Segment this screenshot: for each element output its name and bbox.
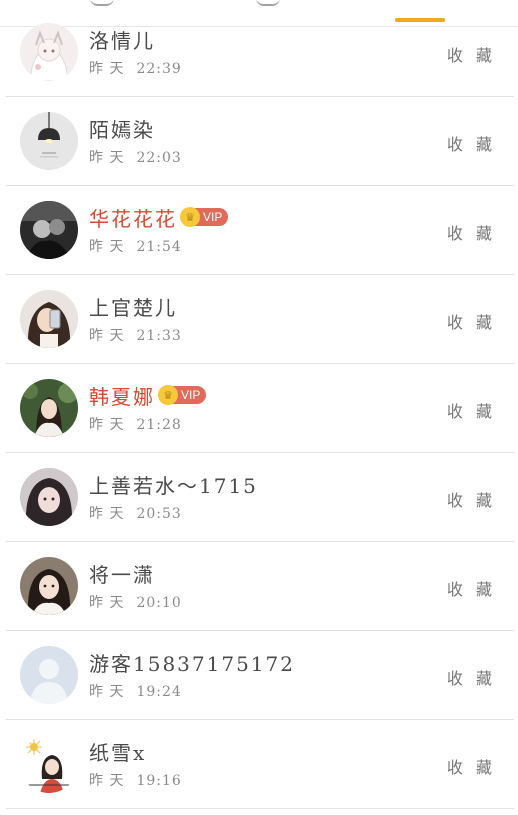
garden-girl-avatar[interactable] <box>20 379 78 437</box>
tab-fragment-middle[interactable] <box>256 0 280 6</box>
visitor-list: 洛情儿 昨 天 22:39 收 藏 陌嫣染 昨 天 22:03 收 藏 华花花花… <box>0 8 518 809</box>
list-item[interactable]: 纸雪x 昨 天 19:16 收 藏 <box>0 720 518 809</box>
tab-fragment-left[interactable] <box>90 0 114 6</box>
user-name: 纸雪x <box>89 740 147 765</box>
vip-badge: ♛ VIP <box>180 207 229 227</box>
visit-time: 昨 天 19:16 <box>89 773 182 789</box>
user-name: 上官楚儿 <box>89 295 177 320</box>
user-name: 将一潇 <box>89 562 155 587</box>
crown-icon: ♛ <box>180 207 200 227</box>
list-item[interactable]: 上官楚儿 昨 天 21:33 收 藏 <box>0 275 518 364</box>
list-item[interactable]: 游客15837175172 昨 天 19:24 收 藏 <box>0 631 518 720</box>
couple-photo-avatar[interactable] <box>20 201 78 259</box>
user-name: 华花花花 <box>89 206 177 231</box>
portrait-girl-avatar[interactable] <box>20 468 78 526</box>
list-item[interactable]: 华花花花 ♛ VIP 昨 天 21:54 收 藏 <box>0 186 518 275</box>
visit-time: 昨 天 22:03 <box>89 150 182 166</box>
favorite-button[interactable]: 收 藏 <box>447 665 496 689</box>
visit-time: 昨 天 21:54 <box>89 239 182 255</box>
user-name: 陌嫣染 <box>89 117 155 142</box>
list-item[interactable]: 陌嫣染 昨 天 22:03 收 藏 <box>0 97 518 186</box>
favorite-button[interactable]: 收 藏 <box>447 487 496 511</box>
list-item[interactable]: 上善若水～1715 昨 天 20:53 收 藏 <box>0 453 518 542</box>
default-user-avatar[interactable] <box>20 646 78 704</box>
list-item[interactable]: 韩夏娜 ♛ VIP 昨 天 21:28 收 藏 <box>0 364 518 453</box>
favorite-button[interactable]: 收 藏 <box>447 220 496 244</box>
dark-hair-girl-avatar[interactable] <box>20 557 78 615</box>
visit-time: 昨 天 21:28 <box>89 417 182 433</box>
vip-badge: ♛ VIP <box>158 385 207 405</box>
user-name: 上善若水～1715 <box>89 473 258 498</box>
favorite-button[interactable]: 收 藏 <box>447 42 496 66</box>
user-name: 游客15837175172 <box>89 651 295 676</box>
lamp-avatar[interactable] <box>20 112 78 170</box>
visit-time: 昨 天 19:24 <box>89 684 182 700</box>
user-name: 韩夏娜 <box>89 384 155 409</box>
crown-icon: ♛ <box>158 385 178 405</box>
favorite-button[interactable]: 收 藏 <box>447 131 496 155</box>
visit-time: 昨 天 21:33 <box>89 328 182 344</box>
favorite-button[interactable]: 收 藏 <box>447 754 496 778</box>
favorite-button[interactable]: 收 藏 <box>447 309 496 333</box>
visit-time: 昨 天 20:10 <box>89 595 182 611</box>
favorite-button[interactable]: 收 藏 <box>447 576 496 600</box>
list-item[interactable]: 洛情儿 昨 天 22:39 收 藏 <box>0 8 518 97</box>
cartoon-girl-avatar[interactable] <box>20 735 78 793</box>
favorite-button[interactable]: 收 藏 <box>447 398 496 422</box>
user-name: 洛情儿 <box>89 28 155 53</box>
anime-girl-avatar[interactable] <box>20 23 78 81</box>
visit-time: 昨 天 22:39 <box>89 61 182 77</box>
visit-time: 昨 天 20:53 <box>89 506 182 522</box>
list-item[interactable]: 将一潇 昨 天 20:10 收 藏 <box>0 542 518 631</box>
selfie-girl-avatar[interactable] <box>20 290 78 348</box>
